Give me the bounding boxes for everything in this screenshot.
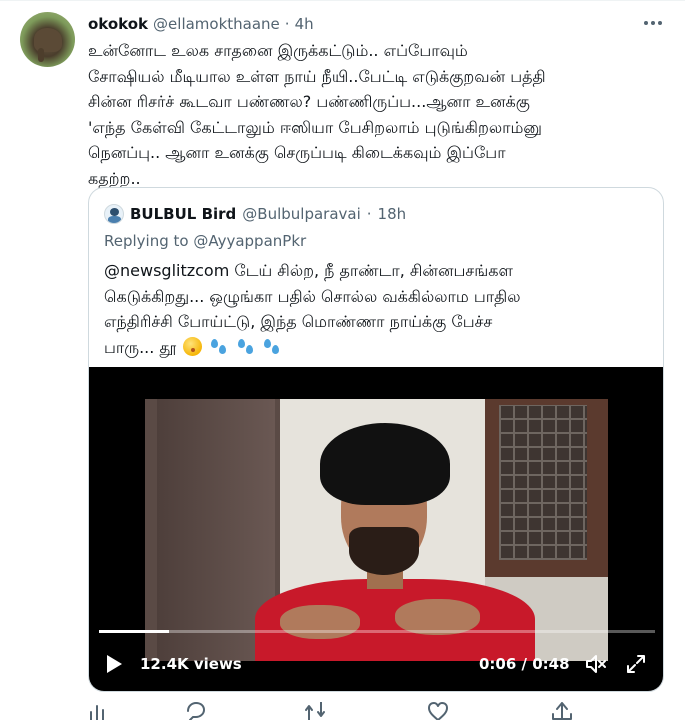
separator-dot: · bbox=[284, 15, 290, 33]
analytics-icon[interactable] bbox=[88, 702, 110, 720]
separator-dot: · bbox=[366, 205, 372, 223]
video-progress-bar[interactable] bbox=[99, 630, 655, 633]
video-person-hand bbox=[280, 605, 360, 639]
fullscreen-icon[interactable] bbox=[625, 653, 647, 675]
share-icon[interactable] bbox=[551, 702, 573, 720]
video-player[interactable]: 12.4K views 0:06 / 0:48 bbox=[89, 367, 663, 691]
play-icon[interactable] bbox=[105, 654, 123, 674]
quoted-handle: @Bulbulparavai bbox=[242, 205, 361, 223]
display-name[interactable]: okokok bbox=[88, 15, 148, 33]
quoted-display-name: BULBUL Bird bbox=[130, 205, 237, 223]
sweat-droplets-emoji bbox=[209, 337, 228, 356]
video-window-grill bbox=[499, 405, 587, 560]
tweet-text-line: சின்ன ரிசர்ச் கூடவா பண்ணல? பண்ணிருப்ப...… bbox=[88, 92, 530, 111]
tweet-actions bbox=[88, 702, 578, 720]
quoted-text-last-line: பாரு... தூ bbox=[104, 335, 649, 361]
quoted-tweet-header: BULBUL Bird @Bulbulparavai · 18h bbox=[104, 204, 406, 224]
video-person-hair bbox=[320, 423, 450, 505]
more-options-icon[interactable] bbox=[642, 14, 664, 32]
kissing-face-emoji bbox=[183, 336, 203, 356]
volume-muted-icon[interactable] bbox=[585, 653, 607, 675]
like-icon[interactable] bbox=[427, 702, 449, 720]
quoted-text-line: கெடுக்கிறது... ஒழுங்கா பதில் சொல்ல வக்கி… bbox=[104, 286, 521, 306]
sweat-droplets-emoji bbox=[262, 337, 281, 356]
more-dot bbox=[644, 21, 648, 25]
video-progress-fill bbox=[99, 630, 169, 633]
quoted-text-line: @newsglitzcom டேய் சில்ற, நீ தாண்டா, சின… bbox=[104, 261, 513, 280]
tweet-text-line: நெனப்பு.. ஆனா உனக்கு செருப்படி கிடைக்கவு… bbox=[88, 143, 506, 162]
video-controls: 12.4K views 0:06 / 0:48 bbox=[89, 650, 663, 678]
avatar-elephant-trunk bbox=[38, 48, 44, 62]
replying-to-line: Replying to @AyyappanPkr bbox=[104, 232, 306, 250]
avatar[interactable] bbox=[20, 12, 75, 67]
sweat-droplets-emoji bbox=[236, 337, 255, 356]
tweet-text-line: சோஷியல் மீடியால உள்ள நாய் நீயி..பேட்டி எ… bbox=[88, 66, 546, 86]
tweet-text: உன்னோட உலக சாதனை இருக்கட்டும்.. எப்போவும… bbox=[88, 38, 673, 191]
top-divider bbox=[0, 0, 685, 1]
quoted-avatar bbox=[104, 204, 124, 224]
video-view-count: 12.4K views bbox=[140, 655, 242, 673]
video-person-beard bbox=[349, 527, 419, 575]
tweet-header: okokok @ellamokthaane · 4h bbox=[88, 13, 314, 35]
user-handle[interactable]: @ellamokthaane bbox=[153, 15, 280, 33]
quoted-tweet-text: @newsglitzcom டேய் சில்ற, நீ தாண்டா, சின… bbox=[104, 258, 649, 360]
replying-to-mention[interactable]: @AyyappanPkr bbox=[193, 232, 306, 250]
video-person-hands bbox=[280, 599, 480, 644]
replying-to-prefix: Replying to bbox=[104, 232, 194, 250]
retweet-icon[interactable] bbox=[304, 702, 326, 720]
more-dot bbox=[651, 21, 655, 25]
reply-icon[interactable] bbox=[185, 702, 207, 720]
video-time: 0:06 / 0:48 bbox=[479, 655, 570, 673]
quoted-timestamp: 18h bbox=[377, 205, 407, 223]
more-dot bbox=[658, 21, 662, 25]
quoted-text-line: எந்திரிச்சி போய்ட்டு, இந்த மொண்ணா நாய்க்… bbox=[104, 312, 493, 331]
quoted-text-line: பாரு... தூ bbox=[104, 337, 177, 357]
tweet-text-line: 'எந்த கேள்வி கேட்டாலும் ஈஸியா பேசிறலாம் … bbox=[88, 117, 542, 137]
tweet-text-line: உன்னோட உலக சாதனை இருக்கட்டும்.. எப்போவும… bbox=[88, 41, 468, 60]
timestamp[interactable]: 4h bbox=[295, 15, 314, 33]
quoted-tweet-card[interactable]: BULBUL Bird @Bulbulparavai · 18h Replyin… bbox=[88, 187, 664, 692]
video-frame[interactable] bbox=[145, 399, 608, 661]
